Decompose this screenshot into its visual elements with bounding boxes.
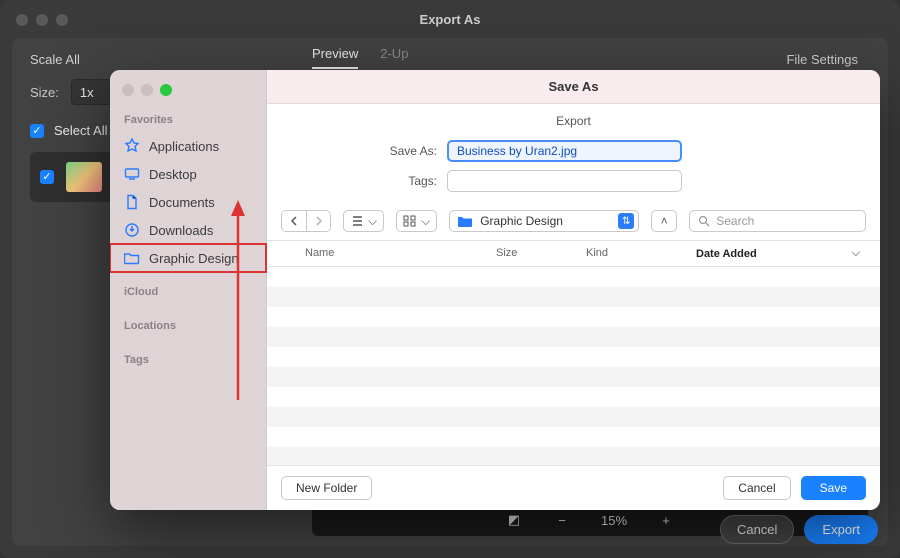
list-row [267,447,880,465]
sidebar-item-label: Applications [149,139,219,154]
path-label: Graphic Design [480,214,610,228]
list-row [267,347,880,367]
sheet-traffic-lights [110,80,266,110]
sidebar-section-tags[interactable]: Tags [110,350,266,372]
search-placeholder: Search [716,214,754,228]
column-name[interactable]: Name [281,247,496,260]
chevron-down-icon: ⌵ [368,214,377,229]
applications-icon [124,138,140,154]
folder-icon [458,215,472,227]
chevron-down-icon: ⌵ [421,214,430,229]
save-button[interactable]: Save [801,476,866,500]
finder-sidebar: Favorites Applications Desktop Documents… [110,70,267,510]
group-button[interactable]: ⌵ [396,210,437,232]
save-footer: New Folder Cancel Save [267,465,880,510]
sidebar-section-locations[interactable]: Locations [110,316,266,338]
export-button[interactable]: Export [804,515,878,544]
column-date-label: Date Added [696,248,757,260]
chevron-up-icon: ˄ [661,214,668,228]
zoom-in-icon[interactable]: + [657,511,675,529]
traffic-min[interactable] [36,14,48,26]
sidebar-item-desktop[interactable]: Desktop [110,160,266,188]
scale-all-label: Scale All [30,52,870,67]
column-kind[interactable]: Kind [586,247,696,260]
export-cancel-button[interactable]: Cancel [720,515,794,544]
documents-icon [124,194,140,210]
zoom-out-icon[interactable]: − [553,511,571,529]
asset-thumbnail [66,162,102,192]
save-as-label: Save As: [267,144,437,158]
export-tabs: Preview 2-Up [312,46,408,69]
size-value: 1x [80,85,94,100]
sidebar-section-favorites: Favorites [110,110,266,132]
tab-preview[interactable]: Preview [312,46,358,69]
traffic-max[interactable] [56,14,68,26]
sidebar-item-graphic-design[interactable]: Graphic Design [110,244,266,272]
file-list[interactable] [267,267,880,465]
view-list-button[interactable]: ⌵ [343,210,384,232]
sidebar-item-documents[interactable]: Documents [110,188,266,216]
sidebar-item-applications[interactable]: Applications [110,132,266,160]
save-as-sheet: Favorites Applications Desktop Documents… [110,70,880,510]
tags-input[interactable] [447,170,682,192]
list-row [267,287,880,307]
sidebar-item-label: Documents [149,195,215,210]
window-traffic-lights [16,14,68,26]
sidebar-section-icloud[interactable]: iCloud [110,282,266,304]
nav-back-forward [281,210,331,232]
traffic-close[interactable] [16,14,28,26]
list-row [267,307,880,327]
list-row [267,367,880,387]
list-row [267,387,880,407]
save-sheet-title: Save As [267,70,880,104]
file-settings-label: File Settings [786,52,858,67]
tab-2up[interactable]: 2-Up [380,46,408,69]
export-title: Export As [0,0,900,27]
zoom-fit-icon[interactable]: ◩ [505,511,523,529]
chevron-right-icon [315,216,323,226]
traffic-max[interactable] [160,84,172,96]
select-all-checkbox[interactable]: ✓ [30,124,44,138]
column-size[interactable]: Size [496,247,586,260]
traffic-min[interactable] [141,84,153,96]
asset-checkbox[interactable]: ✓ [40,170,54,184]
path-dropdown[interactable]: Graphic Design ⇅ [449,210,639,232]
select-all-label: Select All [54,123,107,138]
sidebar-item-downloads[interactable]: Downloads [110,216,266,244]
finder-toolbar: ⌵ ⌵ Graphic Design ⇅ ˄ Search [267,206,880,241]
folder-icon [124,250,140,266]
list-row [267,427,880,447]
grid-icon [403,215,417,227]
sidebar-item-label: Desktop [149,167,197,182]
sidebar-item-label: Downloads [149,223,213,238]
list-icon [350,215,364,227]
save-sheet-subtitle: Export [267,104,880,130]
list-row [267,327,880,347]
save-main: Save As Export Save As: Tags: [267,70,880,510]
forward-button[interactable] [306,211,330,231]
tags-label: Tags: [267,174,437,188]
downloads-icon [124,222,140,238]
back-button[interactable] [282,211,306,231]
chevron-updown-icon: ⇅ [618,213,634,229]
expand-button[interactable]: ˄ [651,210,677,232]
chevron-left-icon [290,216,298,226]
new-folder-button[interactable]: New Folder [281,476,372,500]
list-header: Name Size Kind Date Added ⌵ [267,241,880,267]
chevron-down-icon: ⌵ [852,247,860,260]
desktop-icon [124,166,140,182]
save-as-input[interactable] [447,140,682,162]
zoom-value: 15% [601,513,627,528]
list-row [267,267,880,287]
size-label: Size: [30,85,59,100]
search-input[interactable]: Search [689,210,866,232]
column-date-added[interactable]: Date Added ⌵ [696,247,866,260]
list-row [267,407,880,427]
sidebar-item-label: Graphic Design [149,251,239,266]
search-icon [698,215,710,227]
traffic-close[interactable] [122,84,134,96]
cancel-button[interactable]: Cancel [723,476,790,500]
